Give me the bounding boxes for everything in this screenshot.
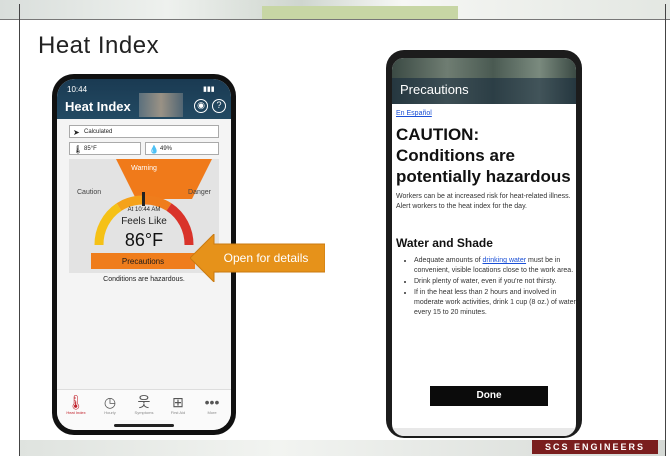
drinking-water-link[interactable]: drinking water (483, 257, 527, 264)
tab-bar: 🌡 Heat Index ◷ Hourly 웃 Symptoms ⊞ First… (57, 389, 231, 430)
tab-hourly[interactable]: ◷ Hourly (97, 394, 123, 415)
list-item: Drink plenty of water, even if you're no… (414, 277, 576, 287)
precautions-list: Adequate amounts of drinking water must … (406, 256, 576, 319)
header-photo (139, 93, 183, 117)
battery-icon: ▮▮▮ (203, 86, 215, 93)
scs-engineers-logo: SCS ENGINEERS (532, 440, 658, 454)
precautions-button[interactable]: Precautions (91, 253, 195, 269)
tab-heat-index[interactable]: 🌡 Heat Index (63, 394, 89, 415)
tab-label: Heat Index (66, 410, 86, 415)
location-field[interactable]: ➤ Calculated (69, 125, 219, 138)
gauge-time: At 10:44 AM (127, 207, 161, 213)
thermometer-icon: 🌡 (73, 145, 84, 154)
list-item: Adequate amounts of drinking water must … (414, 256, 576, 276)
tab-symptoms[interactable]: 웃 Symptoms (131, 394, 157, 415)
person-icon: 웃 (137, 394, 151, 410)
scroll-fade (392, 358, 576, 380)
location-value: Calculated (84, 129, 113, 135)
water-shade-heading: Water and Shade (396, 236, 493, 250)
app-header: 10:44 ▮▮▮ Heat Index ◉ ? (57, 79, 231, 119)
home-indicator (114, 424, 174, 427)
clock-icon: ◷ (103, 394, 117, 410)
slide-title: Heat Index (38, 32, 160, 59)
list-item: If in the heat less than 2 hours and inv… (414, 288, 576, 318)
temperature-field[interactable]: 🌡 85°F (69, 142, 141, 155)
phone-screen: Precautions En Español CAUTION: Conditio… (392, 58, 576, 436)
bottom-edge (392, 428, 576, 436)
droplet-icon: 💧 (149, 145, 159, 154)
feels-like-label: Feels Like (121, 216, 167, 227)
help-icon[interactable]: ? (212, 99, 226, 113)
top-banner (0, 0, 670, 20)
thermometer-icon: 🌡 (67, 394, 85, 410)
list-text: Adequate amounts of (414, 257, 483, 264)
humidity-value: 49% (160, 146, 173, 152)
osha-logo-icon[interactable]: ◉ (194, 99, 208, 113)
slide: Heat Index 10:44 ▮▮▮ Heat Index ◉ ? ➤ Ca… (0, 0, 670, 456)
humidity-field[interactable]: 💧 49% (145, 142, 219, 155)
tab-label: First Aid (170, 410, 186, 415)
more-icon: ••• (204, 394, 220, 410)
callout-text: Open for details (223, 251, 309, 265)
temperature-value: 85°F (84, 146, 97, 152)
done-button[interactable]: Done (430, 386, 548, 406)
tab-label: Hourly (104, 410, 116, 415)
warning-label: Warning (131, 165, 157, 172)
phone-precautions: Precautions En Español CAUTION: Conditio… (386, 50, 582, 438)
location-arrow-icon: ➤ (73, 128, 80, 137)
tab-label: Symptoms (134, 410, 154, 415)
first-aid-icon: ⊞ (172, 394, 184, 410)
gauge-needle (142, 192, 145, 206)
precautions-title: Precautions (400, 82, 469, 97)
frame-line-left (19, 4, 20, 456)
tab-label: More (207, 410, 217, 415)
app-title: Heat Index (65, 99, 131, 114)
banner-accent (262, 6, 458, 20)
tab-first-aid[interactable]: ⊞ First Aid (165, 394, 191, 415)
precautions-header: Precautions (392, 58, 576, 104)
status-time: 10:44 (67, 85, 88, 94)
tab-more[interactable]: ••• More (199, 394, 225, 415)
spanish-link[interactable]: En Español (396, 110, 432, 117)
caution-heading: CAUTION: Conditions are potentially haza… (396, 125, 571, 186)
frame-line-right (665, 4, 666, 456)
caution-paragraph: Workers can be at increased risk for hea… (396, 193, 571, 210)
banner-rule (0, 19, 670, 20)
